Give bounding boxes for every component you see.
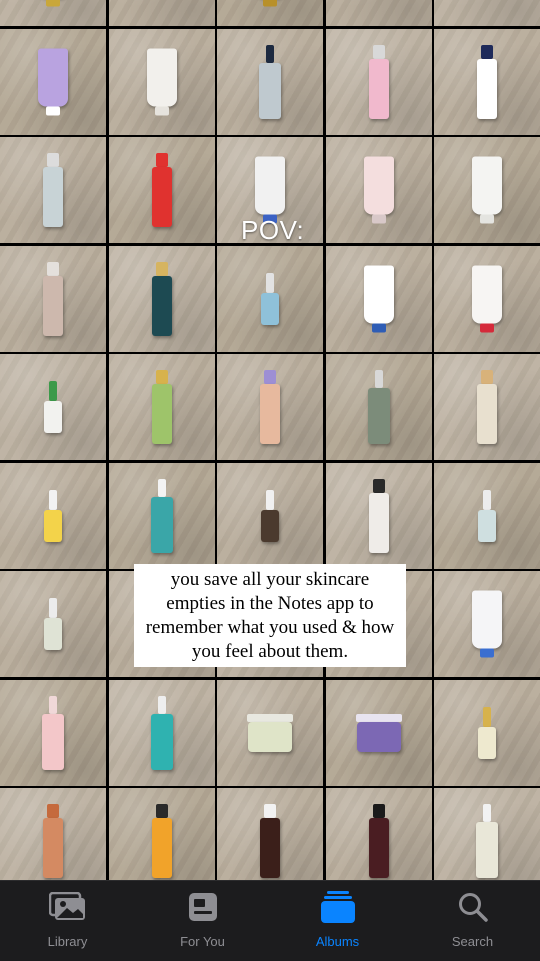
photo-thumbnail[interactable] bbox=[0, 788, 106, 894]
product-bottle bbox=[151, 153, 172, 227]
product-tube bbox=[363, 265, 394, 332]
photo-thumbnail[interactable] bbox=[325, 788, 432, 894]
albums-icon bbox=[318, 890, 358, 924]
product-dropper bbox=[478, 489, 496, 542]
product-dropper bbox=[261, 272, 279, 325]
product-dropper bbox=[44, 598, 62, 650]
photo-thumbnail[interactable] bbox=[325, 462, 432, 569]
photo-thumbnail[interactable] bbox=[434, 354, 540, 460]
product-pump bbox=[259, 44, 281, 119]
product-tube bbox=[363, 156, 394, 224]
tab-library-label: Library bbox=[47, 934, 88, 949]
photo-thumbnail[interactable] bbox=[108, 28, 215, 135]
photo-thumbnail[interactable] bbox=[434, 462, 540, 569]
photo-thumbnail[interactable] bbox=[0, 0, 106, 26]
product-bottle bbox=[151, 261, 172, 336]
photo-thumbnail[interactable] bbox=[217, 354, 323, 460]
product-bottle bbox=[151, 370, 172, 444]
tab-bar: Library For You Albums Search bbox=[0, 880, 540, 961]
tab-for-you[interactable]: For You bbox=[135, 881, 270, 961]
product-bottle bbox=[368, 478, 389, 553]
photo-thumbnail[interactable] bbox=[217, 679, 323, 786]
product-dropper bbox=[44, 489, 62, 542]
photo-thumbnail[interactable] bbox=[325, 137, 432, 243]
photo-thumbnail[interactable] bbox=[434, 0, 540, 26]
photo-thumbnail[interactable] bbox=[108, 0, 215, 26]
caption-text: you save all your skincare empties in th… bbox=[145, 568, 395, 662]
photo-thumbnail[interactable] bbox=[0, 28, 106, 135]
photo-library-icon bbox=[48, 890, 88, 924]
tab-for-you-label: For You bbox=[180, 934, 225, 949]
product-dropper bbox=[44, 381, 62, 433]
photo-thumbnail[interactable] bbox=[325, 245, 432, 352]
product-bottle bbox=[368, 804, 389, 878]
product-bottle bbox=[43, 153, 63, 227]
photo-thumbnail[interactable] bbox=[0, 245, 106, 352]
photo-thumbnail[interactable] bbox=[325, 679, 432, 786]
photo-thumbnail[interactable] bbox=[0, 354, 106, 460]
photo-thumbnail[interactable] bbox=[434, 788, 540, 894]
photo-thumbnail[interactable] bbox=[217, 0, 323, 26]
product-tube bbox=[146, 48, 177, 115]
tab-albums-label: Albums bbox=[315, 934, 360, 949]
search-icon bbox=[453, 890, 493, 924]
product-dropper bbox=[478, 706, 496, 759]
photo-thumbnail[interactable] bbox=[434, 571, 540, 677]
product-tube bbox=[255, 156, 285, 224]
product-tube bbox=[472, 265, 502, 332]
for-you-icon bbox=[183, 890, 223, 924]
photo-thumbnail[interactable] bbox=[0, 679, 106, 786]
product-bottle bbox=[260, 370, 280, 444]
product-jar bbox=[355, 713, 402, 752]
product-tube bbox=[472, 590, 502, 658]
product-pump bbox=[476, 804, 498, 878]
photo-thumbnail[interactable] bbox=[217, 245, 323, 352]
photo-thumbnail[interactable] bbox=[108, 462, 215, 569]
product-jar bbox=[247, 713, 293, 752]
photo-thumbnail[interactable] bbox=[108, 788, 215, 894]
product-bottle bbox=[477, 370, 497, 444]
photo-thumbnail[interactable] bbox=[217, 462, 323, 569]
tab-search[interactable]: Search bbox=[405, 881, 540, 961]
product-bottle bbox=[477, 44, 497, 119]
product-tube bbox=[472, 156, 502, 224]
photo-thumbnail[interactable] bbox=[434, 245, 540, 352]
product-bottle bbox=[151, 804, 172, 878]
photo-thumbnail[interactable] bbox=[434, 28, 540, 135]
product-tube bbox=[38, 48, 68, 115]
product-bottle bbox=[368, 44, 389, 119]
product-pump bbox=[367, 370, 390, 444]
product-bottle bbox=[260, 804, 280, 878]
tab-search-label: Search bbox=[451, 934, 494, 949]
product-pump bbox=[42, 695, 64, 770]
photo-thumbnail[interactable] bbox=[0, 571, 106, 677]
photo-thumbnail[interactable] bbox=[108, 354, 215, 460]
product-dropper bbox=[261, 489, 279, 542]
product-bottle bbox=[43, 804, 63, 878]
photo-thumbnail[interactable] bbox=[0, 137, 106, 243]
tab-albums[interactable]: Albums bbox=[270, 881, 405, 961]
photo-thumbnail[interactable] bbox=[108, 679, 215, 786]
photo-thumbnail[interactable] bbox=[325, 28, 432, 135]
pov-overlay-text: POV: bbox=[241, 215, 305, 245]
product-tube bbox=[255, 0, 285, 7]
product-pump bbox=[150, 695, 173, 770]
photo-thumbnail[interactable] bbox=[108, 137, 215, 243]
photo-thumbnail[interactable] bbox=[108, 245, 215, 352]
product-pump bbox=[150, 478, 173, 553]
product-bottle bbox=[43, 261, 63, 336]
photo-thumbnail[interactable] bbox=[217, 788, 323, 894]
photo-thumbnail[interactable] bbox=[325, 354, 432, 460]
tab-library[interactable]: Library bbox=[0, 881, 135, 961]
photo-thumbnail[interactable] bbox=[217, 28, 323, 135]
photo-thumbnail[interactable] bbox=[434, 679, 540, 786]
photo-thumbnail[interactable] bbox=[325, 0, 432, 26]
photo-grid bbox=[0, 0, 540, 894]
photo-thumbnail[interactable] bbox=[0, 462, 106, 569]
photo-thumbnail[interactable] bbox=[434, 137, 540, 243]
product-tube bbox=[38, 0, 68, 7]
caption-overlay: you save all your skincare empties in th… bbox=[134, 564, 406, 667]
